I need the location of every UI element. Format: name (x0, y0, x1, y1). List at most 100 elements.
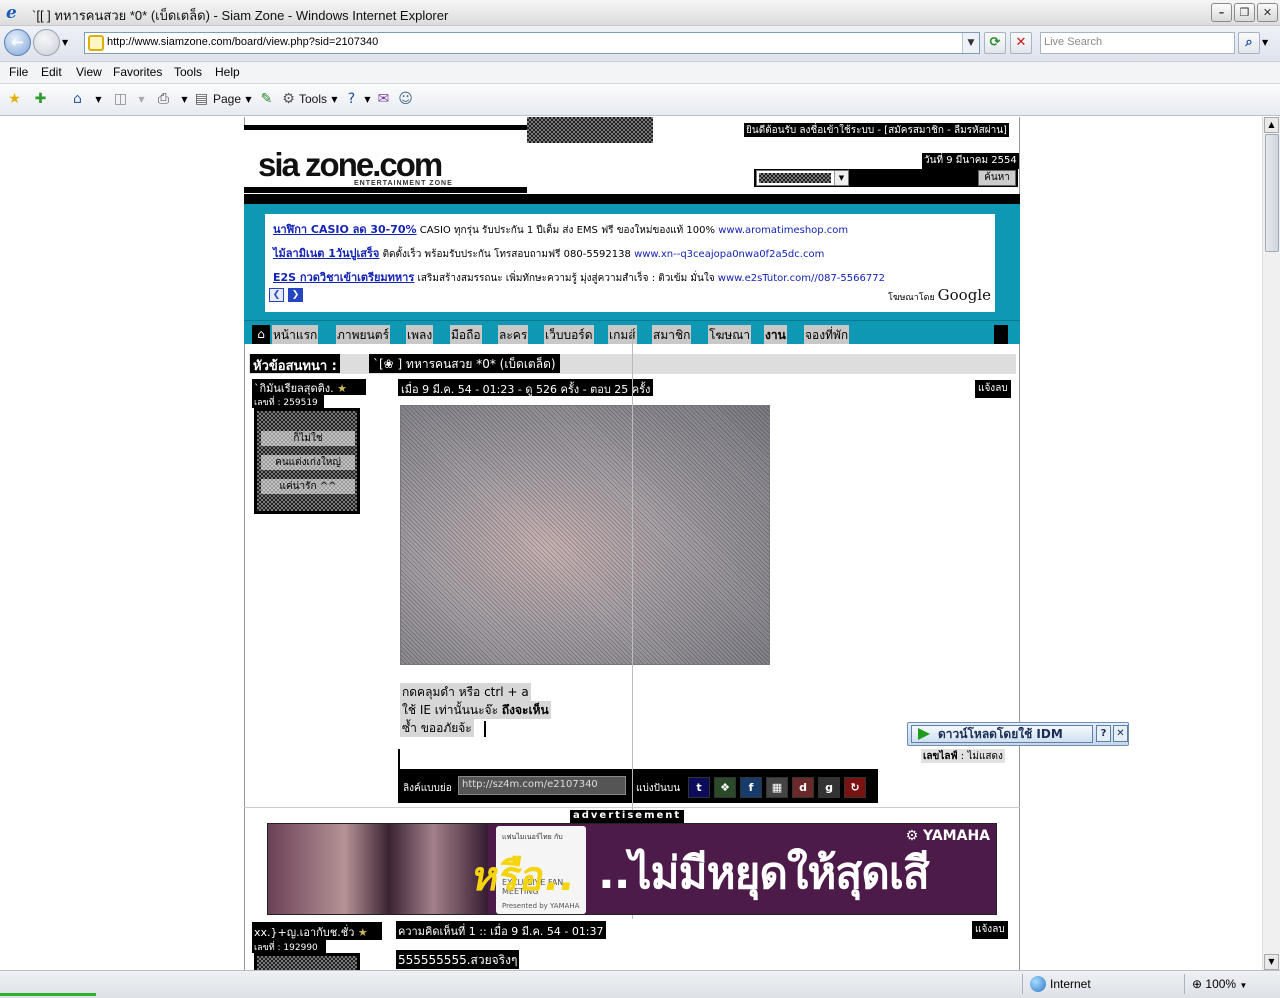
forward-button[interactable]: → (33, 29, 60, 56)
menu-view[interactable]: View (76, 65, 102, 79)
google-bookmark-icon[interactable]: g (818, 777, 840, 798)
menu-help[interactable]: Help (215, 65, 240, 79)
report-button[interactable]: แจ้งลบ (975, 380, 1011, 398)
digg-icon[interactable]: d (792, 777, 814, 798)
ad-row[interactable]: ไม้ลามิเนต 1วันปูเสร็จ ติดตั้งเร็ว พร้อม… (273, 244, 824, 262)
home-icon[interactable]: ⌂ (69, 91, 86, 108)
google-brand: Google (937, 286, 991, 304)
minimize-button[interactable]: – (1211, 3, 1232, 22)
help-icon[interactable]: ? (343, 91, 360, 108)
nav-movies[interactable]: ภาพยนตร์ (336, 325, 391, 344)
close-icon[interactable]: ✕ (1113, 725, 1128, 742)
history-dropdown-icon[interactable]: ▼ (62, 38, 68, 47)
page-menu[interactable]: Page (213, 92, 241, 106)
print-icon[interactable]: ⎙ (155, 91, 172, 108)
restore-button[interactable]: ❐ (1234, 3, 1255, 22)
delicious-icon[interactable]: ▦ (766, 777, 788, 798)
report-button[interactable]: แจ้งลบ (972, 921, 1008, 939)
siamzone-logo[interactable]: sia zone.com (258, 146, 443, 184)
home-icon[interactable]: ⌂ (252, 325, 270, 344)
address-field[interactable]: http://www.siamzone.com/board/view.php?s… (84, 32, 980, 54)
search-category-select[interactable]: ▼ (756, 170, 849, 186)
ad-url[interactable]: www.aromatimeshop.com (718, 225, 848, 236)
nav-drama[interactable]: ละคร (498, 325, 529, 344)
research-icon[interactable]: ✎ (258, 91, 275, 108)
stop-button[interactable]: ✕ (1010, 32, 1032, 54)
ad-row[interactable]: นาฬิกา CASIO ลด 30-70% CASIO ทุกรุ่น รับ… (273, 220, 848, 238)
logo-subtitle: ENTERTAINMENT ZONE (354, 180, 453, 187)
myspace-icon[interactable]: ❖ (714, 777, 736, 798)
feeds-icon[interactable]: ◫ (112, 91, 129, 108)
gear-icon[interactable]: ⚙ (280, 91, 297, 108)
scroll-down-icon[interactable]: ▼ (1264, 954, 1279, 970)
comment-author[interactable]: xx.}+ญ.เอากับช.ชั่ว ★ (252, 922, 382, 940)
nav-mobile[interactable]: มือถือ (450, 325, 482, 344)
chevron-down-icon[interactable]: ▼ (834, 171, 848, 185)
welcome-text[interactable]: ยินดีต้อนรับ ลงชื่อเข้าใช้ระบบ - [สมัครส… (744, 123, 1009, 137)
security-zone[interactable]: Internet (1050, 977, 1091, 991)
menu-edit[interactable]: Edit (41, 65, 62, 79)
page-dropdown-icon[interactable]: ▼ (240, 91, 257, 108)
ad-headline[interactable]: ไม้ลามิเนต 1วันปูเสร็จ (273, 247, 379, 260)
tools-dropdown-icon[interactable]: ▼ (326, 91, 343, 108)
menu-favorites[interactable]: Favorites (113, 65, 162, 79)
add-favorites-icon[interactable]: ✚ (32, 91, 49, 108)
ad-text: CASIO ทุกรุ่น รับประกัน 1 ปีเต็ม ส่ง EMS… (419, 225, 716, 236)
live-search-input[interactable]: Live Search (1040, 32, 1235, 54)
star-icon: ★ (357, 926, 368, 939)
address-dropdown-icon[interactable]: ▼ (962, 33, 979, 53)
tools-menu[interactable]: Tools (299, 92, 327, 106)
ad-url[interactable]: www.e2sTutor.com//087-5566772 (718, 273, 885, 284)
help-icon[interactable]: ? (1096, 725, 1111, 742)
ad-headline[interactable]: นาฬิกา CASIO ลด 30-70% (273, 223, 417, 236)
stumbleupon-icon[interactable]: ↻ (844, 777, 866, 798)
zoom-dropdown-icon: ▼ (1239, 981, 1248, 990)
yamaha-banner[interactable]: แฟนไมเนอร์ไทย กับ EXCLUSIVE FAN MEETING … (267, 823, 997, 915)
logo-area[interactable]: sia zone.com ENTERTAINMENT ZONE (244, 125, 527, 195)
favorites-star-icon[interactable]: ★ (6, 91, 23, 108)
signature-line: แค่น่ารัก ^^ (261, 479, 355, 494)
menu-file[interactable]: File (9, 65, 28, 79)
menu-tools[interactable]: Tools (174, 65, 202, 79)
close-button[interactable]: ✕ (1257, 3, 1278, 22)
search-icon[interactable]: ⌕ (1238, 32, 1260, 54)
search-button[interactable]: ค้นหา (978, 170, 1016, 186)
command-bar: ★ ✚ ⌂ ▼ ◫ ▼ ⎙ ▼ ▤ Page ▼ ✎ ⚙ Tools ▼ ? ▼… (0, 84, 1280, 116)
twitter-icon[interactable]: t (688, 777, 710, 798)
scroll-up-icon[interactable]: ▲ (1264, 117, 1279, 133)
messenger-icon[interactable]: ☺ (397, 91, 414, 108)
ad-row[interactable]: E2S กวดวิชาเข้าเตรียมทหาร เสริมสร้างสมรร… (273, 268, 885, 286)
nav-booking[interactable]: จองที่พัก (804, 325, 850, 344)
scroll-thumb[interactable] (1265, 134, 1279, 252)
vertical-scrollbar[interactable]: ▲ ▼ (1262, 117, 1280, 970)
comment-author-number: เลขที่ : 192990 (252, 940, 326, 953)
ad-prev-icon[interactable]: ❮ (269, 288, 284, 302)
author-signature: ก็ไม่ใช่ คนแต่งเก่งใหญ่ แค่น่ารัก ^^ (254, 408, 360, 514)
print-dropdown-icon[interactable]: ▼ (176, 91, 193, 108)
advertisement-label: advertisement (570, 810, 685, 823)
home-dropdown-icon[interactable]: ▼ (90, 91, 107, 108)
facebook-icon[interactable]: f (740, 777, 762, 798)
ad-next-icon[interactable]: ❯ (288, 288, 303, 302)
post-author[interactable]: `กิมันเรียลสุดติง. ★ (252, 379, 366, 395)
ads-by-google[interactable]: โฆษณาโดย Google (888, 286, 991, 304)
nav-advertise[interactable]: โฆษณา (708, 325, 752, 344)
research-tool-icon[interactable]: ✉ (375, 91, 392, 108)
zoom-level[interactable]: ⊕ 100% ▼ (1192, 977, 1247, 991)
nav-jobs[interactable]: งาน (764, 325, 787, 344)
menu-bar: File Edit View Favorites Tools Help (0, 62, 1280, 84)
back-button[interactable]: ← (4, 29, 31, 56)
search-options-icon[interactable]: ▼ (1262, 38, 1268, 47)
nav-webboard[interactable]: เว็บบอร์ด (544, 325, 594, 344)
nav-home[interactable]: หน้าแรก (272, 325, 319, 344)
feeds-dropdown-icon[interactable]: ▼ (133, 91, 150, 108)
page-icon[interactable]: ▤ (193, 91, 210, 108)
ad-url[interactable]: www.xn--q3ceajopa0nwa0f2a5dc.com (634, 249, 824, 260)
short-link-field[interactable]: http://sz4m.com/e2107340 (458, 776, 626, 795)
help-dropdown-icon[interactable]: ▼ (359, 91, 376, 108)
ad-headline[interactable]: E2S กวดวิชาเข้าเตรียมทหาร (273, 271, 414, 284)
nav-members[interactable]: สมาชิก (652, 325, 692, 344)
nav-music[interactable]: เพลง (406, 325, 434, 344)
refresh-button[interactable]: ⟳ (984, 32, 1006, 54)
idm-download-button[interactable]: ดาวน์โหลดโดยใช้ IDM (911, 725, 1093, 743)
